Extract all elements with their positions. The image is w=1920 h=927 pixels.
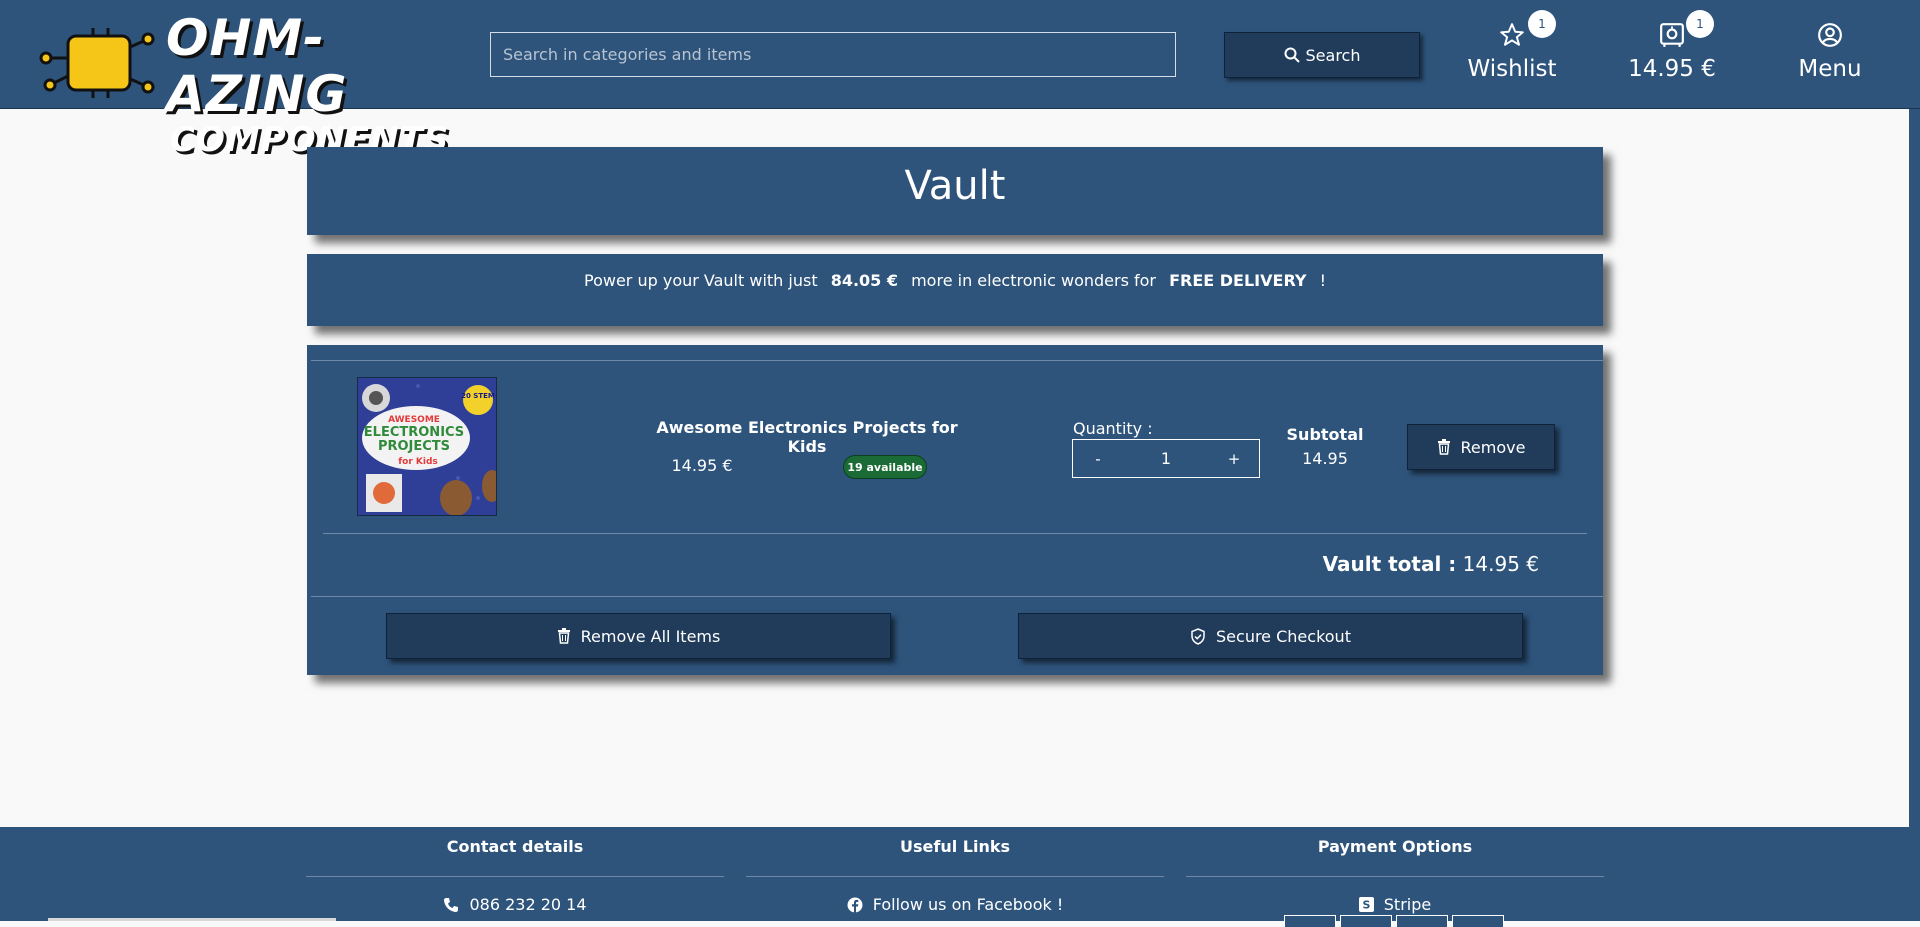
phone-icon xyxy=(444,897,459,912)
promo-text-start: Power up your Vault with just xyxy=(584,271,818,290)
remove-item-label: Remove xyxy=(1460,437,1526,457)
free-delivery-message: Power up your Vault with just 84.05 € mo… xyxy=(307,254,1603,308)
footer-phone-number: 086 232 20 14 xyxy=(469,895,587,914)
remove-all-label: Remove All Items xyxy=(580,626,721,646)
footer-payment-column: Payment Options S Stripe xyxy=(1186,827,1604,914)
product-price: 14.95 € xyxy=(671,456,733,475)
user-circle-icon xyxy=(1818,23,1842,47)
trash-icon xyxy=(557,628,570,644)
cover-line-2: ELECTRONICS xyxy=(364,425,464,440)
remove-all-items-button[interactable]: Remove All Items xyxy=(386,613,891,659)
free-delivery-panel: Power up your Vault with just 84.05 € mo… xyxy=(307,254,1603,326)
site-header: OHM-AZING COMPONENTS Search 1 Wishlist 1… xyxy=(0,0,1920,158)
cover-badge-text: 20 STEM xyxy=(461,392,495,400)
logo-line-1: OHM-AZING xyxy=(166,9,348,123)
quantity-stepper: - 1 + xyxy=(1072,439,1260,478)
wishlist-link[interactable]: 1 Wishlist xyxy=(1466,10,1558,90)
wishlist-count-badge: 1 xyxy=(1528,10,1556,38)
divider xyxy=(311,596,1603,597)
vault-total: Vault total : 14.95 € xyxy=(1323,552,1539,576)
footer-stripe-item: S Stripe xyxy=(1186,895,1604,914)
vault-safe-icon xyxy=(1660,23,1684,47)
vault-total-value: 14.95 € xyxy=(1462,552,1539,576)
availability-badge: 19 available xyxy=(843,455,927,479)
footer-facebook-label: Follow us on Facebook ! xyxy=(872,895,1064,914)
divider xyxy=(746,876,1164,877)
search-input[interactable] xyxy=(490,32,1176,77)
logo-text: OHM-AZING COMPONENTS xyxy=(166,10,449,158)
divider xyxy=(311,360,1603,361)
product-thumbnail[interactable]: 20 STEM AWESOME ELECTRONICS PROJECTS for… xyxy=(357,377,497,516)
cover-line-4: for Kids xyxy=(398,457,438,467)
subtotal-value: 14.95 xyxy=(1302,449,1348,468)
svg-text:S: S xyxy=(1362,899,1370,912)
product-book-cover-image: 20 STEM AWESOME ELECTRONICS PROJECTS for… xyxy=(358,378,496,515)
vault-title-panel: Vault xyxy=(307,147,1603,235)
facebook-icon xyxy=(847,897,863,913)
trash-icon xyxy=(1437,439,1450,455)
footer-links-heading: Useful Links xyxy=(899,837,1010,856)
divider xyxy=(1186,876,1604,877)
promo-text-end: ! xyxy=(1319,271,1326,290)
promo-amount: 84.05 € xyxy=(830,271,898,290)
menu-button[interactable]: Menu xyxy=(1788,20,1872,90)
cart-total-label: 14.95 € xyxy=(1628,56,1716,82)
quantity-value[interactable]: 1 xyxy=(1161,449,1171,468)
shield-check-icon xyxy=(1191,627,1205,645)
promo-text-middle: more in electronic wonders for xyxy=(911,271,1156,290)
circuit-chip-logo-icon xyxy=(39,28,155,98)
product-name-link[interactable]: Awesome Electronics Projects for Kids xyxy=(647,418,967,456)
payment-card-icon xyxy=(1284,915,1336,927)
cart-link[interactable]: 1 14.95 € xyxy=(1624,10,1720,90)
site-logo[interactable]: OHM-AZING COMPONENTS xyxy=(38,10,448,158)
page-title: Vault xyxy=(904,163,1006,209)
increment-button[interactable]: + xyxy=(1225,450,1243,468)
footer-links-column: Useful Links Follow us on Facebook ! xyxy=(746,827,1164,914)
cover-line-1: AWESOME xyxy=(388,415,440,425)
footer-facebook-link[interactable]: Follow us on Facebook ! xyxy=(746,895,1164,914)
secure-checkout-button[interactable]: Secure Checkout xyxy=(1018,613,1523,659)
footer-payment-heading: Payment Options xyxy=(1317,837,1473,856)
wishlist-label: Wishlist xyxy=(1467,56,1557,82)
search-icon xyxy=(1284,47,1300,63)
search-button-label: Search xyxy=(1305,45,1361,65)
divider xyxy=(306,876,724,877)
cart-count-badge: 1 xyxy=(1686,10,1714,38)
search-button[interactable]: Search xyxy=(1224,32,1420,78)
subtotal-label: Subtotal xyxy=(1286,425,1364,444)
footer-phone-link[interactable]: 086 232 20 14 xyxy=(306,895,724,914)
secure-checkout-label: Secure Checkout xyxy=(1216,626,1351,646)
divider xyxy=(323,533,1587,534)
star-icon xyxy=(1500,23,1524,46)
payment-card-icon xyxy=(1396,915,1448,927)
stripe-icon: S xyxy=(1358,897,1374,912)
vault-items-panel: 20 STEM AWESOME ELECTRONICS PROJECTS for… xyxy=(307,345,1603,675)
footer-stripe-label: Stripe xyxy=(1383,895,1432,914)
footer-contact-heading: Contact details xyxy=(446,837,584,856)
remove-item-button[interactable]: Remove xyxy=(1407,424,1555,470)
site-footer: Contact details 086 232 20 14 Useful Lin… xyxy=(0,827,1920,927)
decrement-button[interactable]: - xyxy=(1089,450,1107,468)
promo-highlight: FREE DELIVERY xyxy=(1169,271,1307,290)
vault-total-label: Vault total : xyxy=(1322,552,1457,576)
cover-line-3: PROJECTS xyxy=(378,439,450,454)
payment-card-icon xyxy=(1452,915,1504,927)
payment-card-icon xyxy=(1340,915,1392,927)
quantity-label: Quantity : xyxy=(1073,419,1153,438)
footer-contact-column: Contact details 086 232 20 14 xyxy=(306,827,724,914)
page-edge xyxy=(1909,109,1920,827)
menu-label: Menu xyxy=(1798,56,1862,82)
